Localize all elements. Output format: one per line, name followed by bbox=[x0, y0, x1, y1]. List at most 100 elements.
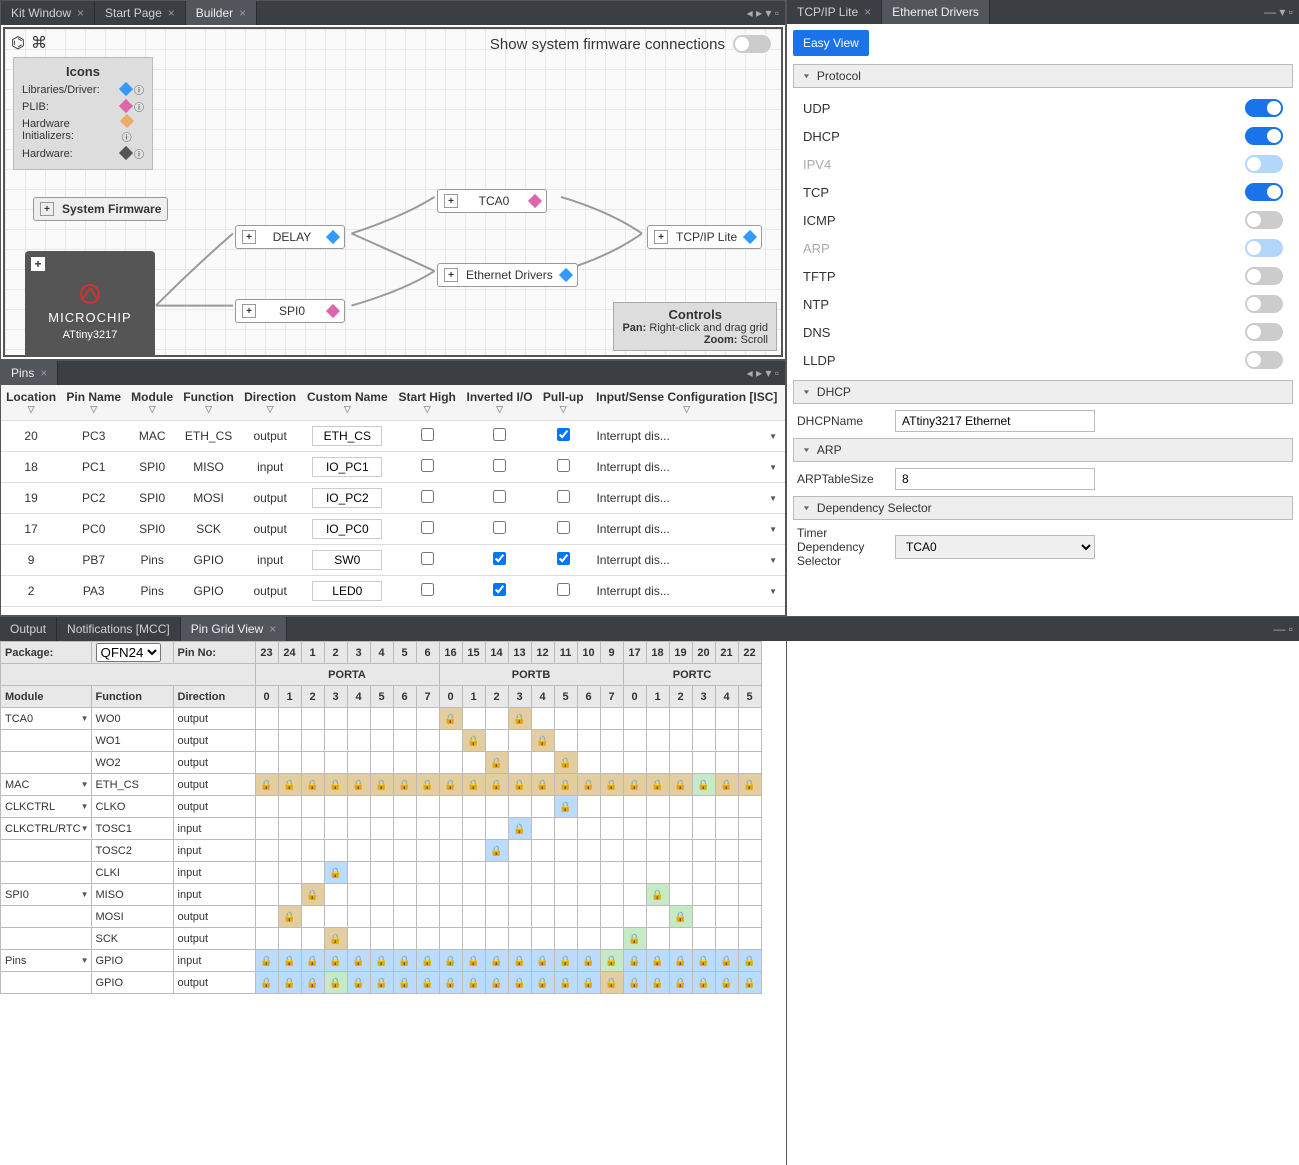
chip-block[interactable]: + MICROCHIP ATtiny3217 bbox=[25, 251, 155, 357]
isc-select[interactable]: Interrupt dis... bbox=[592, 460, 781, 474]
grid-cell[interactable]: 🔒 bbox=[554, 972, 577, 994]
grid-cell[interactable]: 🔒 bbox=[623, 928, 646, 950]
grid-cell[interactable]: 🔒 bbox=[301, 774, 324, 796]
grid-cell[interactable]: 🔒 bbox=[324, 862, 347, 884]
section-dhcp[interactable]: DHCP bbox=[793, 380, 1293, 404]
toggle-icmp[interactable] bbox=[1245, 211, 1283, 229]
grid-cell[interactable]: 🔒 bbox=[462, 972, 485, 994]
node-system-firmware[interactable]: + System Firmware bbox=[33, 197, 168, 221]
node-eth[interactable]: +Ethernet Drivers bbox=[437, 263, 578, 287]
grid-cell[interactable]: 🔒 bbox=[531, 730, 554, 752]
toggle-tcp[interactable] bbox=[1245, 183, 1283, 201]
grid-cell[interactable]: 🔒 bbox=[646, 950, 669, 972]
toggle-ntp[interactable] bbox=[1245, 295, 1283, 313]
tab-notifications--mcc-[interactable]: Notifications [MCC] bbox=[57, 617, 181, 641]
grid-cell[interactable]: 🔒 bbox=[393, 950, 416, 972]
grid-cell[interactable]: 🔒 bbox=[324, 774, 347, 796]
grid-cell[interactable]: 🔒 bbox=[692, 972, 715, 994]
grid-cell[interactable]: 🔒 bbox=[738, 972, 761, 994]
tab-builder[interactable]: Builder× bbox=[186, 1, 257, 25]
isc-select[interactable]: Interrupt dis... bbox=[592, 584, 781, 598]
custom-name-input[interactable] bbox=[312, 457, 382, 477]
grid-cell[interactable]: 🔒 bbox=[646, 972, 669, 994]
grid-cell[interactable]: 🔒 bbox=[531, 950, 554, 972]
grid-cell[interactable]: 🔒 bbox=[370, 972, 393, 994]
grid-cell[interactable]: 🔒 bbox=[554, 796, 577, 818]
isc-select[interactable]: Interrupt dis... bbox=[592, 429, 781, 443]
tab-pins[interactable]: Pins× bbox=[1, 361, 58, 385]
grid-cell[interactable]: 🔒 bbox=[278, 950, 301, 972]
grid-cell[interactable]: 🔒 bbox=[370, 774, 393, 796]
custom-name-input[interactable] bbox=[312, 581, 382, 601]
grid-cell[interactable]: 🔒 bbox=[255, 950, 278, 972]
custom-name-input[interactable] bbox=[312, 488, 382, 508]
grid-cell[interactable]: 🔒 bbox=[347, 950, 370, 972]
toggle-dhcp[interactable] bbox=[1245, 127, 1283, 145]
custom-name-input[interactable] bbox=[312, 550, 382, 570]
grid-cell[interactable]: 🔒 bbox=[508, 708, 531, 730]
toggle-lldp[interactable] bbox=[1245, 351, 1283, 369]
isc-select[interactable]: Interrupt dis... bbox=[592, 491, 781, 505]
section-arp[interactable]: ARP bbox=[793, 438, 1293, 462]
grid-cell[interactable]: 🔒 bbox=[324, 950, 347, 972]
grid-cell[interactable]: 🔒 bbox=[508, 950, 531, 972]
tab-kit-window[interactable]: Kit Window× bbox=[1, 1, 95, 25]
grid-cell[interactable]: 🔒 bbox=[738, 950, 761, 972]
toggle-dns[interactable] bbox=[1245, 323, 1283, 341]
custom-name-input[interactable] bbox=[312, 519, 382, 539]
grid-cell[interactable]: 🔒 bbox=[508, 818, 531, 840]
builder-canvas[interactable]: ⌬ ⌘ Show system firmware connections Ico… bbox=[3, 27, 783, 357]
grid-cell[interactable]: 🔒 bbox=[715, 774, 738, 796]
grid-cell[interactable]: 🔒 bbox=[508, 774, 531, 796]
window-ctrls[interactable]: ◂ ▸ ▾ ▫ bbox=[747, 1, 785, 25]
grid-cell[interactable]: 🔒 bbox=[370, 950, 393, 972]
grid-cell[interactable]: 🔒 bbox=[278, 774, 301, 796]
grid-cell[interactable]: 🔒 bbox=[347, 972, 370, 994]
tab-pin-grid-view[interactable]: Pin Grid View× bbox=[181, 617, 288, 641]
grid-cell[interactable]: 🔒 bbox=[462, 730, 485, 752]
tab-output[interactable]: Output bbox=[0, 617, 57, 641]
expand-icon[interactable]: + bbox=[31, 257, 45, 271]
grid-cell[interactable]: 🔒 bbox=[715, 972, 738, 994]
grid-cell[interactable]: 🔒 bbox=[554, 752, 577, 774]
grid-cell[interactable]: 🔒 bbox=[692, 950, 715, 972]
grid-cell[interactable]: 🔒 bbox=[439, 774, 462, 796]
grid-cell[interactable]: 🔒 bbox=[600, 972, 623, 994]
grid-cell[interactable]: 🔒 bbox=[439, 972, 462, 994]
toggle-udp[interactable] bbox=[1245, 99, 1283, 117]
package-select[interactable]: QFN24 bbox=[96, 643, 161, 662]
grid-cell[interactable]: 🔒 bbox=[301, 950, 324, 972]
grid-cell[interactable]: 🔒 bbox=[416, 950, 439, 972]
tab-tcp-ip-lite[interactable]: TCP/IP Lite× bbox=[787, 0, 882, 24]
grid-cell[interactable]: 🔒 bbox=[416, 774, 439, 796]
grid-cell[interactable]: 🔒 bbox=[669, 774, 692, 796]
dhcp-name-input[interactable] bbox=[895, 410, 1095, 432]
grid-cell[interactable]: 🔒 bbox=[324, 972, 347, 994]
grid-cell[interactable]: 🔒 bbox=[255, 774, 278, 796]
grid-cell[interactable]: 🔒 bbox=[439, 708, 462, 730]
grid-cell[interactable]: 🔒 bbox=[508, 972, 531, 994]
node-tca0[interactable]: +TCA0 bbox=[437, 189, 547, 213]
grid-cell[interactable]: 🔒 bbox=[278, 906, 301, 928]
toggle-arp[interactable] bbox=[1245, 239, 1283, 257]
grid-cell[interactable]: 🔒 bbox=[669, 906, 692, 928]
custom-name-input[interactable] bbox=[312, 426, 382, 446]
grid-cell[interactable]: 🔒 bbox=[462, 950, 485, 972]
arp-size-input[interactable] bbox=[895, 468, 1095, 490]
grid-cell[interactable]: 🔒 bbox=[393, 972, 416, 994]
grid-cell[interactable]: 🔒 bbox=[278, 972, 301, 994]
grid-cell[interactable]: 🔒 bbox=[577, 950, 600, 972]
isc-select[interactable]: Interrupt dis... bbox=[592, 553, 781, 567]
isc-select[interactable]: Interrupt dis... bbox=[592, 522, 781, 536]
grid-cell[interactable]: 🔒 bbox=[577, 774, 600, 796]
grid-cell[interactable]: 🔒 bbox=[347, 774, 370, 796]
expand-icon[interactable]: + bbox=[40, 202, 54, 216]
grid-cell[interactable]: 🔒 bbox=[531, 774, 554, 796]
grid-cell[interactable]: 🔒 bbox=[669, 972, 692, 994]
grid-cell[interactable]: 🔒 bbox=[554, 774, 577, 796]
tab-ethernet-drivers[interactable]: Ethernet Drivers bbox=[882, 0, 990, 24]
easy-view-button[interactable]: Easy View bbox=[793, 30, 869, 56]
grid-cell[interactable]: 🔒 bbox=[669, 950, 692, 972]
grid-cell[interactable]: 🔒 bbox=[393, 774, 416, 796]
grid-cell[interactable]: 🔒 bbox=[577, 972, 600, 994]
